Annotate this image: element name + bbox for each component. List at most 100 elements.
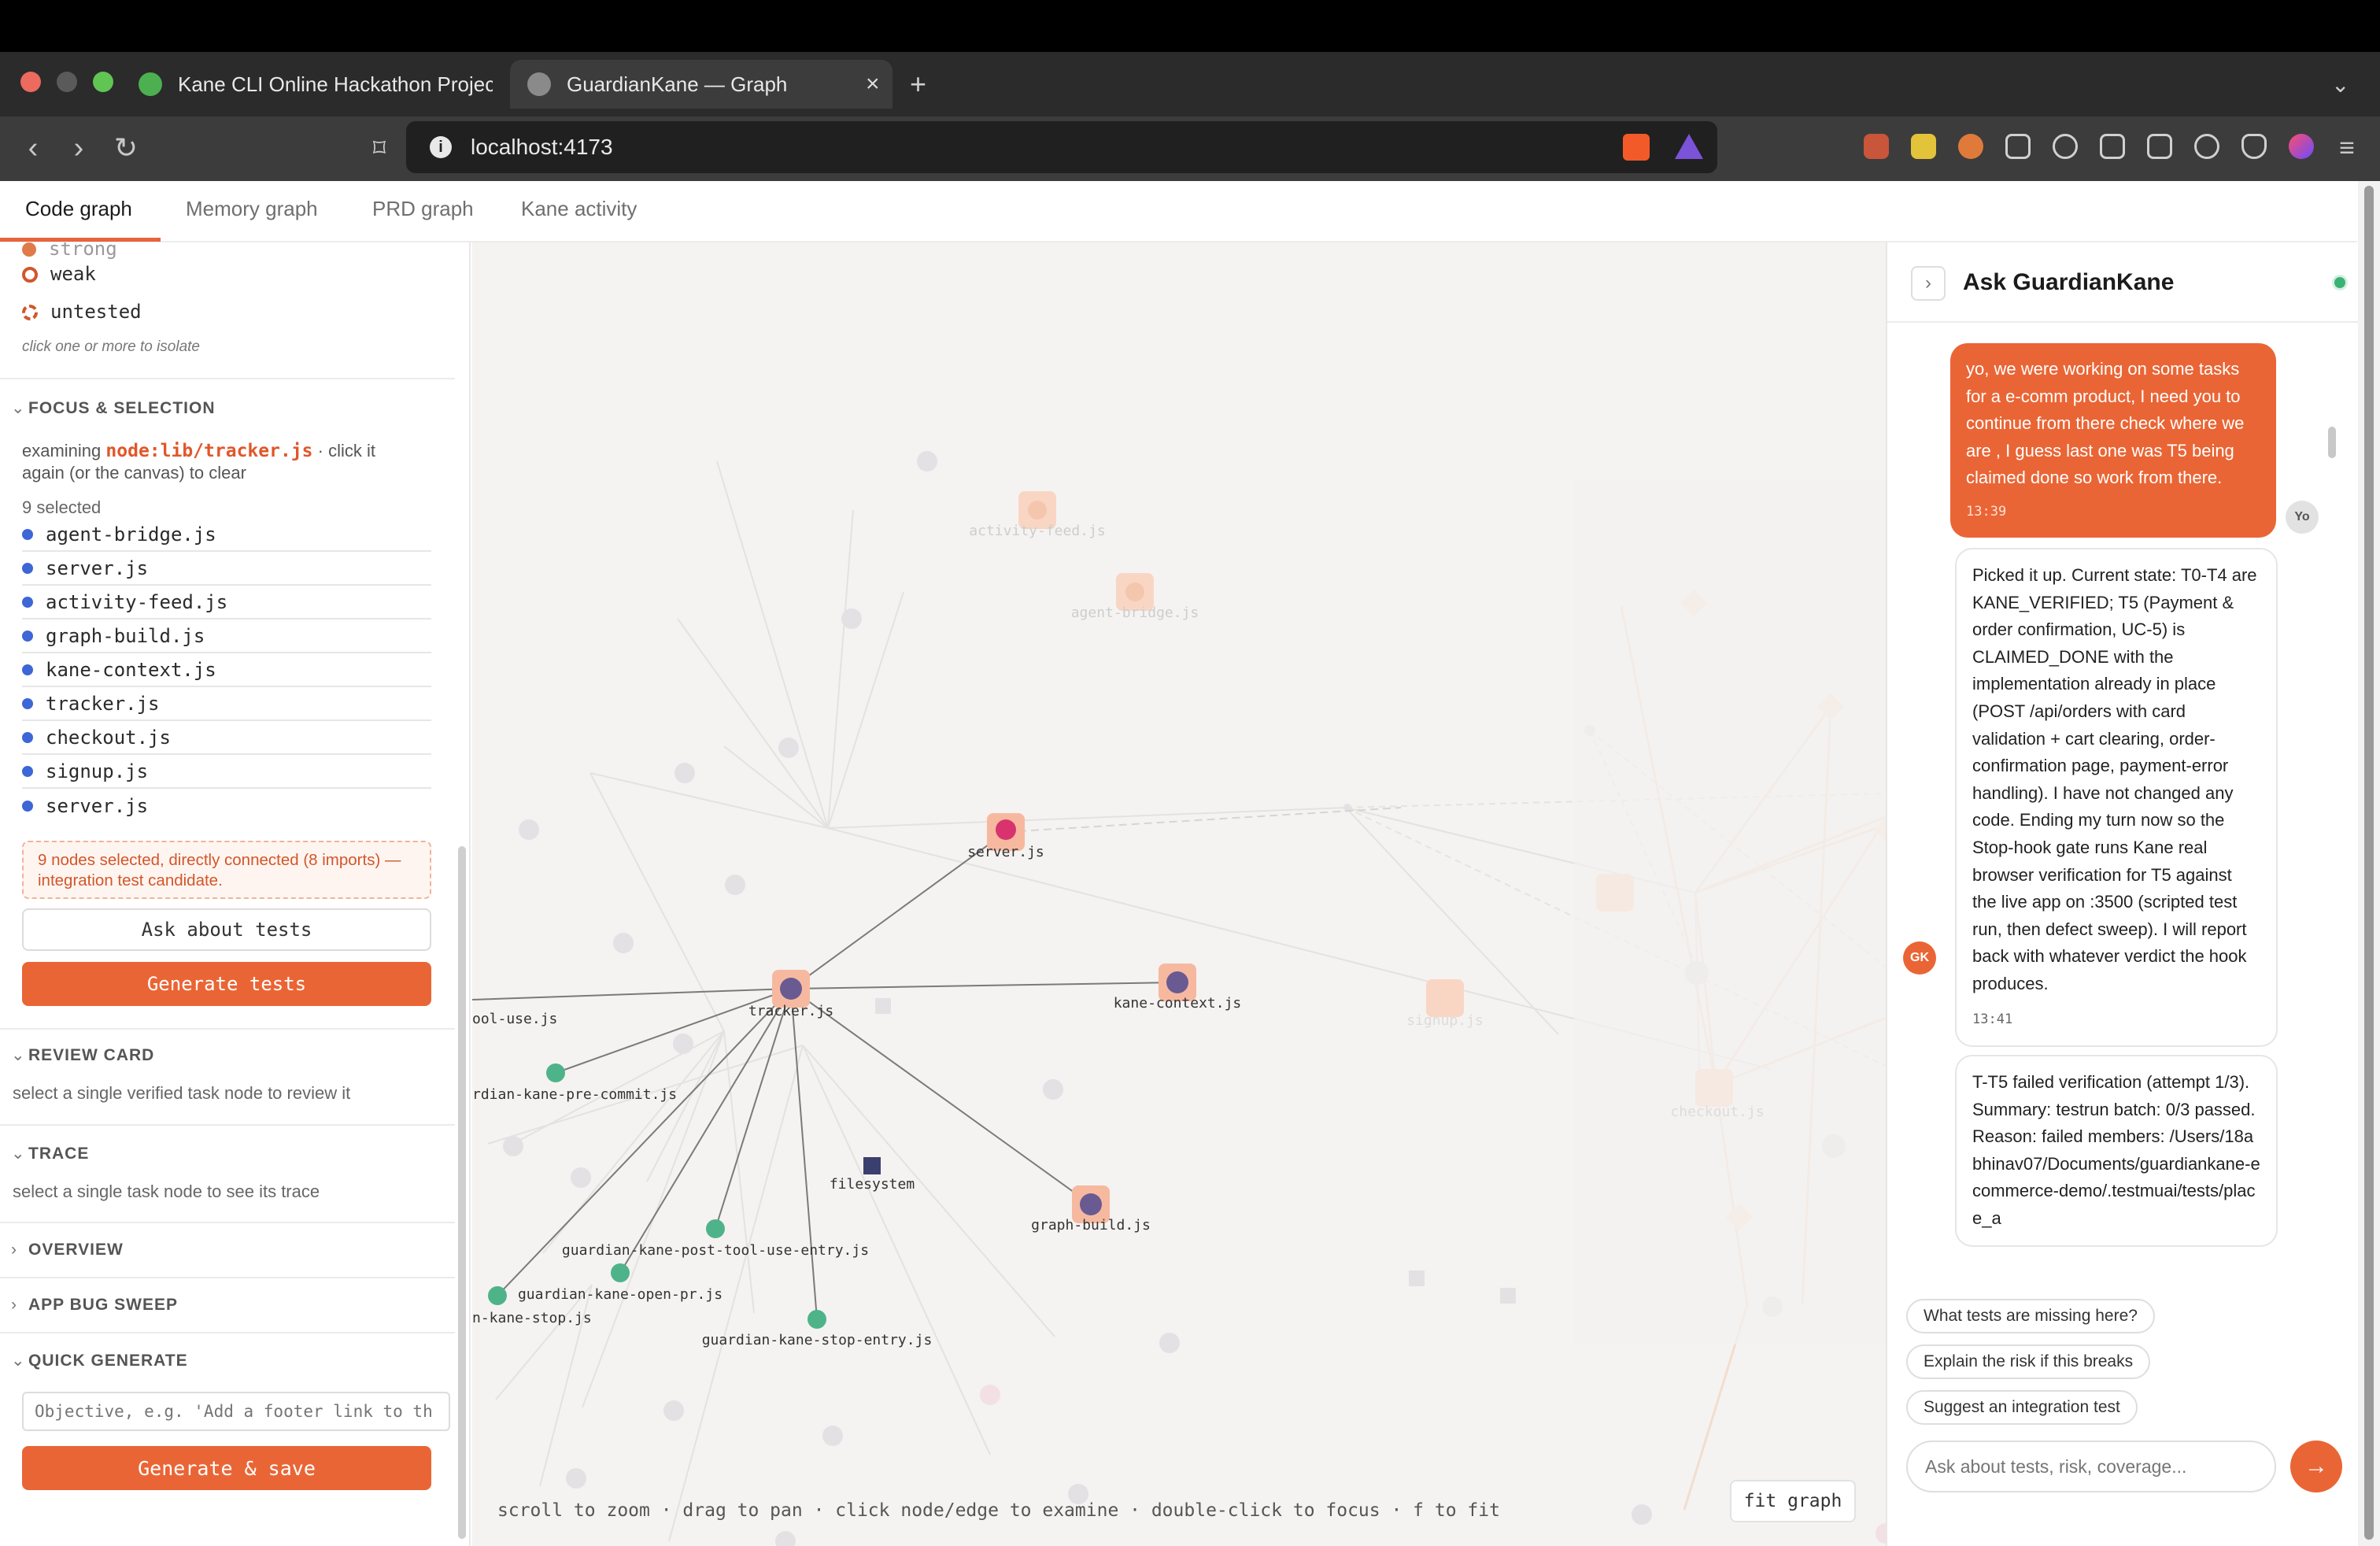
- graph-canvas[interactable]: activity-feed.js agent-bridge.js signup.…: [472, 242, 1886, 1546]
- node-kane-stop[interactable]: [488, 1286, 507, 1305]
- examining-node-link[interactable]: node:lib/tracker.js: [105, 441, 312, 461]
- label-pre-commit: rdian-kane-pre-commit.js: [472, 1086, 677, 1103]
- generate-tests-button[interactable]: Generate tests: [22, 962, 431, 1006]
- extensions-puzzle-icon[interactable]: [2005, 134, 2031, 159]
- browser-tab-guardiankane[interactable]: GuardianKane — Graph ×: [510, 60, 893, 109]
- sidebar-toggle-icon[interactable]: [2100, 134, 2125, 159]
- page-scrollbar[interactable]: [2364, 186, 2374, 1540]
- chat-header: › Ask GuardianKane: [1887, 242, 2360, 323]
- user-message: yo, we were working on some tasks for a …: [1950, 343, 2276, 538]
- browser-tab-hackathon[interactable]: Kane CLI Online Hackathon Project: [139, 60, 497, 109]
- node-dot-icon: [22, 528, 33, 540]
- send-arrow-icon[interactable]: →: [2290, 1441, 2342, 1492]
- overview-header[interactable]: › OVERVIEW: [11, 1241, 124, 1259]
- label-kane-context: kane-context.js: [1114, 995, 1242, 1012]
- divider: [0, 1222, 455, 1223]
- examining-line-2: again (or the canvas) to clear: [22, 463, 246, 483]
- menu-hamburger-icon[interactable]: ≡: [2326, 128, 2367, 168]
- node-dot-icon: [22, 630, 33, 642]
- divider: [0, 1332, 455, 1333]
- chat-title: Ask GuardianKane: [1963, 269, 2175, 295]
- node-pre-commit[interactable]: [546, 1063, 565, 1082]
- fit-graph-button[interactable]: fit graph: [1730, 1480, 1856, 1522]
- site-info-icon[interactable]: i: [430, 136, 452, 158]
- selected-item[interactable]: signup.js: [22, 755, 431, 789]
- legend-item-untested[interactable]: untested: [22, 301, 142, 323]
- trace-header[interactable]: ⌄ TRACE: [11, 1144, 89, 1163]
- label-tracker: tracker.js: [748, 1003, 833, 1019]
- chat-scrollbar[interactable]: [2328, 427, 2336, 458]
- new-tab-button[interactable]: +: [910, 60, 926, 109]
- node-signup-faded[interactable]: [1426, 979, 1464, 1017]
- selected-item[interactable]: server.js: [22, 789, 431, 823]
- tab-memory-graph[interactable]: Memory graph: [186, 197, 318, 221]
- label-agent-bridge: agent-bridge.js: [1071, 605, 1199, 621]
- profile-icon[interactable]: [2289, 134, 2314, 159]
- suggestion-chip[interactable]: Suggest an integration test: [1906, 1390, 2138, 1425]
- node-filesystem[interactable]: [863, 1157, 881, 1174]
- faint-square-nodes: [875, 998, 1516, 1304]
- ai-star-icon[interactable]: [2194, 134, 2219, 159]
- app-bug-sweep-header[interactable]: › APP BUG SWEEP: [11, 1296, 178, 1315]
- selected-item[interactable]: tracker.js: [22, 687, 431, 721]
- extension-face-icon[interactable]: [1911, 134, 1936, 159]
- reload-icon[interactable]: ↻: [105, 128, 146, 168]
- node-open-pr[interactable]: [611, 1263, 630, 1282]
- review-card-header[interactable]: ⌄ REVIEW CARD: [11, 1045, 154, 1065]
- node-kane-context[interactable]: [1166, 971, 1188, 993]
- window-minimize-button[interactable]: [57, 72, 77, 92]
- tab-prd-graph[interactable]: PRD graph: [372, 197, 474, 221]
- vpn-shield-icon[interactable]: [2241, 134, 2267, 159]
- left-panel-scrollbar[interactable]: [458, 846, 466, 1539]
- app-tab-bar: [0, 181, 2357, 242]
- close-tab-icon[interactable]: ×: [866, 71, 880, 98]
- graph-svg[interactable]: activity-feed.js agent-bridge.js signup.…: [472, 242, 1886, 1546]
- tab-code-graph[interactable]: Code graph: [25, 197, 132, 221]
- selected-item[interactable]: graph-build.js: [22, 620, 431, 653]
- selected-item[interactable]: activity-feed.js: [22, 586, 431, 620]
- online-status-dot: [2334, 277, 2345, 288]
- bookmark-icon[interactable]: ⌑: [359, 128, 400, 168]
- back-icon[interactable]: ‹: [13, 128, 54, 168]
- node-stop-entry[interactable]: [808, 1310, 826, 1329]
- extension-bug-icon[interactable]: [1864, 134, 1889, 159]
- window-close-button[interactable]: [20, 72, 41, 92]
- tab-list-chevron-icon[interactable]: ⌄: [2331, 60, 2349, 109]
- selected-item[interactable]: server.js: [22, 552, 431, 586]
- chat-messages[interactable]: yo, we were working on some tasks for a …: [1887, 324, 2360, 1286]
- quick-generate-header[interactable]: ⌄ QUICK GENERATE: [11, 1351, 188, 1370]
- tab-kane-activity[interactable]: Kane activity: [521, 197, 637, 221]
- chevron-down-icon: ⌄: [11, 1352, 26, 1370]
- generate-save-button[interactable]: Generate & save: [22, 1446, 431, 1490]
- selected-item[interactable]: agent-bridge.js: [22, 518, 431, 552]
- node-post-tool-use[interactable]: [706, 1219, 725, 1238]
- suggestion-chip[interactable]: Explain the risk if this breaks: [1906, 1344, 2151, 1379]
- address-bar[interactable]: i localhost:4173: [406, 121, 1717, 173]
- node-graph-build[interactable]: [1080, 1193, 1102, 1215]
- selected-item[interactable]: kane-context.js: [22, 653, 431, 687]
- chat-input[interactable]: [1906, 1441, 2276, 1492]
- label-server: server.js: [967, 844, 1044, 860]
- forward-icon[interactable]: ›: [58, 128, 99, 168]
- focus-selection-header[interactable]: ⌄ FOCUS & SELECTION: [11, 398, 216, 418]
- os-menu-bar: [0, 0, 2380, 52]
- legend-item-strong[interactable]: strong: [22, 242, 117, 260]
- selected-item[interactable]: checkout.js: [22, 721, 431, 755]
- collapse-panel-chevron-icon[interactable]: ›: [1911, 266, 1946, 301]
- brave-rewards-icon[interactable]: [1675, 134, 1703, 159]
- wallet-icon[interactable]: [2147, 134, 2172, 159]
- window-maximize-button[interactable]: [93, 72, 113, 92]
- node-dot-icon: [22, 664, 33, 675]
- leo-ai-icon[interactable]: [2053, 134, 2078, 159]
- extension-sparkle-icon[interactable]: [1958, 134, 1983, 159]
- legend-item-weak[interactable]: weak: [22, 263, 96, 285]
- objective-input[interactable]: [22, 1392, 450, 1431]
- suggestion-chip[interactable]: What tests are missing here?: [1906, 1299, 2155, 1333]
- node-server[interactable]: [996, 819, 1016, 840]
- node-tracker[interactable]: [780, 978, 802, 1000]
- ask-about-tests-button[interactable]: Ask about tests: [22, 908, 431, 951]
- label-graph-build: graph-build.js: [1031, 1217, 1151, 1233]
- label-kane-stop: n-kane-stop.js: [472, 1310, 592, 1326]
- node-dot-icon: [22, 697, 33, 709]
- brave-shield-icon[interactable]: [1623, 134, 1650, 161]
